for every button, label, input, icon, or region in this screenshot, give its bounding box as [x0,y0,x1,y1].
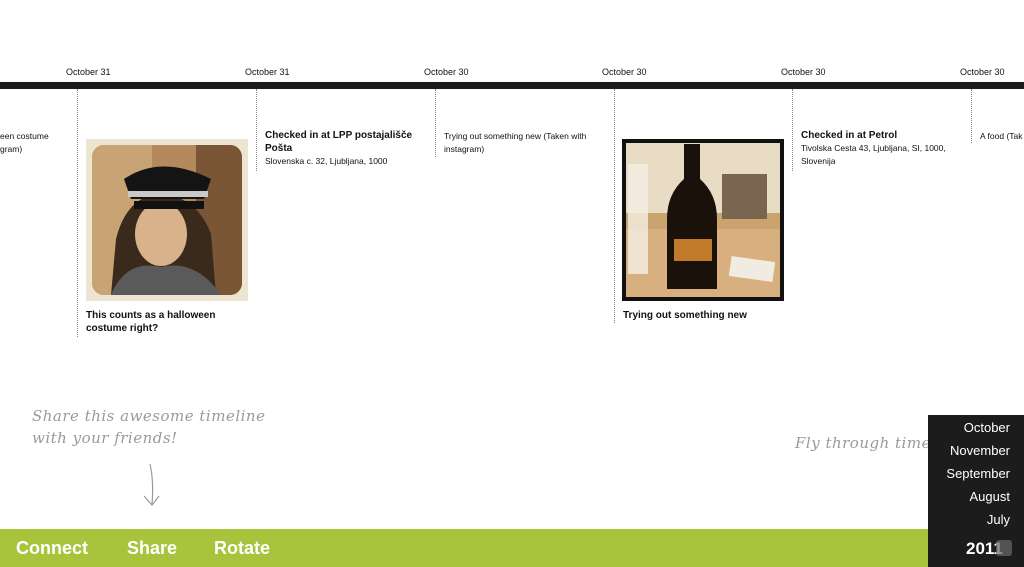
month-july[interactable]: July [987,512,1010,527]
timeline-photo[interactable] [86,139,248,301]
timeline-item[interactable]: Trying out something new (Taken with ins… [444,130,604,156]
date-label: October 31 [245,67,290,77]
timeline-tick [792,89,793,171]
date-label: October 30 [424,67,469,77]
timeline-item[interactable]: Checked in at Petrol Tivolska Cesta 43, … [801,129,966,168]
scroll-handle[interactable] [996,540,1012,556]
month-november[interactable]: November [950,443,1010,458]
portrait-photo [92,145,242,295]
timeline-item[interactable]: een costume gram) [0,130,60,156]
date-label: October 30 [602,67,647,77]
checkin-address: Slovenska c. 32, Ljubljana, 1000 [265,156,388,166]
checkin-address: Tivolska Cesta 43, Ljubljana, SI, 1000, … [801,143,946,166]
photo-caption: This counts as a halloween costume right… [86,310,216,334]
checkin-title: Checked in at Petrol [801,130,898,141]
timeline-axis [0,82,1024,89]
timeline-tick [256,89,257,171]
timeline-item[interactable]: A food (Tak [980,130,1024,143]
timeline-tick [77,89,78,337]
arrow-down-icon [143,463,160,506]
date-label: October 30 [781,67,826,77]
item-text: gram) [0,144,23,154]
timeline-photo[interactable] [622,139,784,301]
share-button[interactable]: Share [127,538,177,559]
bottle-photo [626,143,780,297]
share-hint-line: with your friends! [32,429,178,447]
timeline-tick [435,89,436,157]
checkin-title: Checked in at LPP postajališče Pošta [265,130,413,154]
month-september[interactable]: September [946,466,1010,481]
month-august[interactable]: August [970,489,1010,504]
photo-caption: Trying out something new [623,310,747,321]
rotate-button[interactable]: Rotate [214,538,270,559]
date-label: October 31 [66,67,111,77]
fly-hint: Fly through time [795,434,931,452]
date-label: October 30 [960,67,1005,77]
share-hint-line: Share this awesome timeline [32,407,266,425]
connect-button[interactable]: Connect [16,538,88,559]
timeline-tick [971,89,972,143]
timeline-item[interactable]: Checked in at LPP postajališče Pošta Slo… [265,129,435,168]
item-text: een costume [0,131,49,141]
timeline-tick [614,89,615,323]
month-october[interactable]: October [964,420,1010,435]
share-hint: Share this awesome timeline with your fr… [32,405,265,449]
